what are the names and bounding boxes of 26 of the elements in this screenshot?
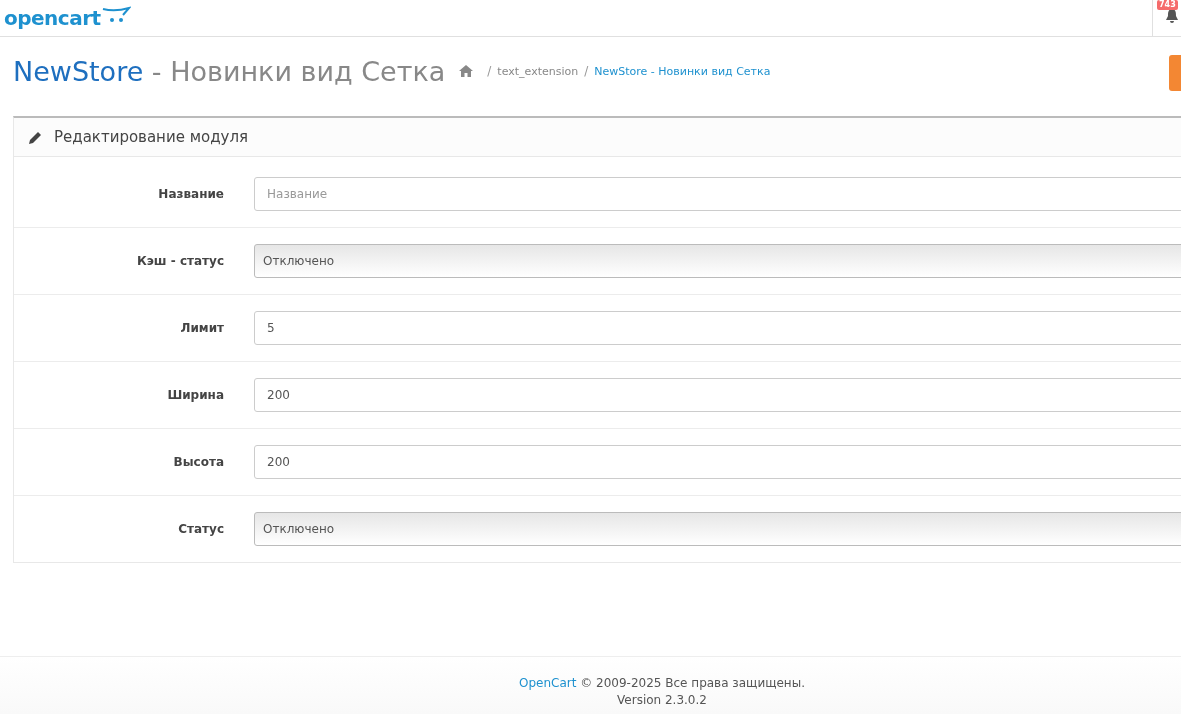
input-field[interactable]: Название xyxy=(254,177,1181,211)
breadcrumb-link[interactable]: text_extension xyxy=(497,64,579,78)
field-label: Название xyxy=(157,187,224,201)
field-label: Ширина xyxy=(166,388,224,402)
input-field[interactable]: 200 xyxy=(254,378,1181,412)
field-label: Лимит xyxy=(179,321,224,335)
bell-icon[interactable] xyxy=(1165,8,1179,24)
home-icon[interactable] xyxy=(459,65,474,77)
breadcrumb-separator: / xyxy=(584,64,589,78)
input-field[interactable]: 200 xyxy=(254,445,1181,479)
input-field[interactable]: 5 xyxy=(254,311,1181,345)
field-label: Кэш - статус xyxy=(135,254,224,268)
breadcrumb-link[interactable]: NewStore - Новинки вид Сетка xyxy=(594,64,771,78)
opencart-logo[interactable]: opencart xyxy=(4,6,131,30)
notification-badge: 743 xyxy=(1157,0,1178,10)
copyright-text: OpenCart © 2009-2025 Все права защищены. xyxy=(518,675,806,692)
page-title: NewStore - Новинки вид Сетка xyxy=(13,55,446,87)
pencil-icon xyxy=(29,130,42,144)
select-dropdown[interactable]: Отключено xyxy=(254,512,1181,546)
field-label: Высота xyxy=(172,455,224,469)
version-text: Version 2.3.0.2 xyxy=(616,692,708,709)
opencart-link[interactable]: OpenCart xyxy=(519,676,577,690)
select-dropdown[interactable]: Отключено xyxy=(254,244,1181,278)
breadcrumb-separator: / xyxy=(487,64,492,78)
field-label: Статус xyxy=(177,522,224,536)
panel-title: Редактирование модуля xyxy=(54,128,249,146)
